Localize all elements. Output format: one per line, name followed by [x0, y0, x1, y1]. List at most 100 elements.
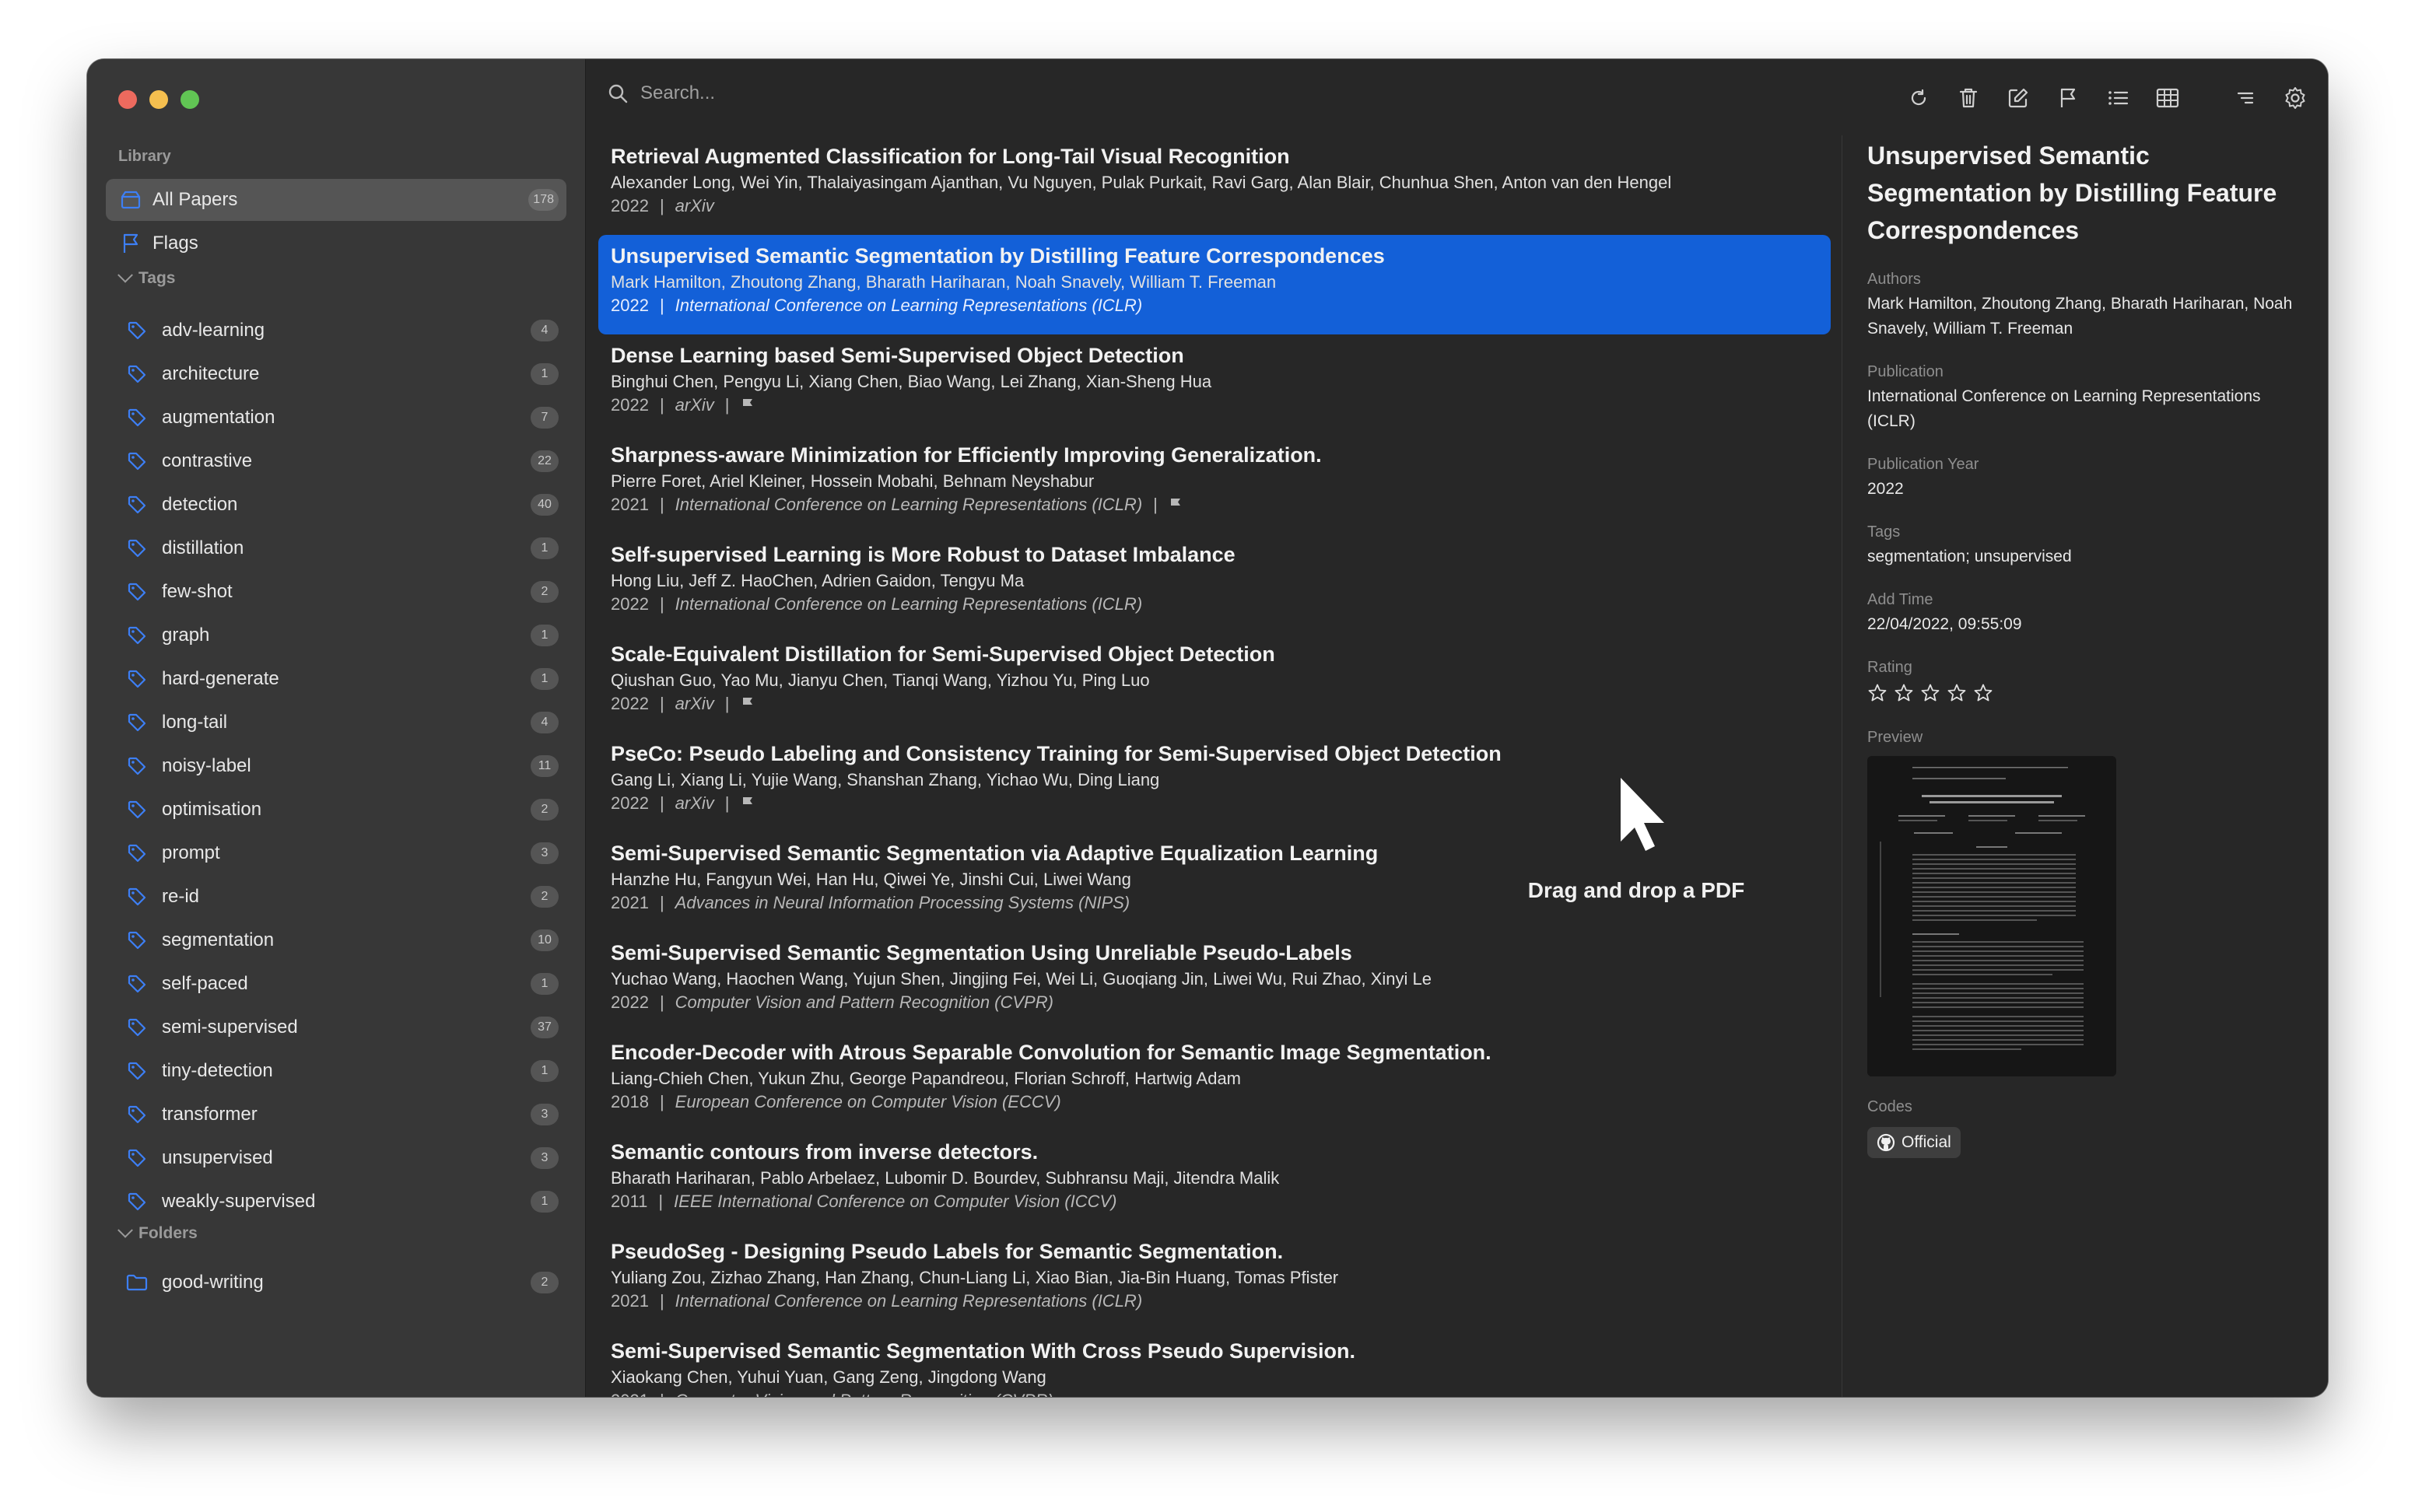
pdf-preview-thumbnail[interactable] — [1867, 756, 2116, 1076]
paper-authors: Mark Hamilton, Zhoutong Zhang, Bharath H… — [611, 272, 1277, 292]
zoom-window-button[interactable] — [181, 90, 199, 109]
search-input[interactable]: Search... — [640, 82, 715, 104]
flag-icon — [741, 696, 755, 712]
sidebar-item-flags[interactable]: Flags — [106, 222, 566, 264]
paper-title: Dense Learning based Semi-Supervised Obj… — [611, 344, 1184, 367]
edit-icon[interactable] — [2004, 84, 2032, 112]
trash-icon[interactable] — [1954, 84, 1982, 112]
rating-stars[interactable] — [1867, 683, 2328, 707]
tag-icon — [124, 1146, 149, 1171]
paper-year: 2022 — [611, 395, 649, 415]
sidebar-item-label: detection — [162, 494, 238, 515]
paper-meta: 2022 | arXiv | — [611, 694, 1818, 714]
sidebar-item-label: All Papers — [152, 189, 238, 210]
rating-label: Rating — [1867, 659, 1912, 676]
sidebar-item-tag[interactable]: adv-learning 4 — [106, 310, 566, 352]
paper-row[interactable]: Semi-Supervised Semantic Segmentation Wi… — [598, 1330, 1831, 1397]
paper-title: Semantic contours from inverse detectors… — [611, 1140, 1039, 1164]
paper-row[interactable]: Dense Learning based Semi-Supervised Obj… — [598, 334, 1831, 434]
sidebar-item-tag[interactable]: transformer 3 — [106, 1094, 566, 1136]
star-icon[interactable] — [1947, 683, 1967, 707]
paper-authors: Hong Liu, Jeff Z. HaoChen, Adrien Gaidon… — [611, 571, 1025, 590]
list-view-icon[interactable] — [2104, 84, 2132, 112]
paper-publication: International Conference on Learning Rep… — [675, 296, 1143, 315]
official-code-button[interactable]: Official — [1867, 1127, 1961, 1158]
separator: | — [724, 694, 730, 713]
paper-row[interactable]: Semantic contours from inverse detectors… — [598, 1131, 1831, 1230]
sidebar-item-tag[interactable]: architecture 1 — [106, 353, 566, 395]
sidebar-item-tag[interactable]: segmentation 10 — [106, 919, 566, 961]
sidebar-item-folder[interactable]: good-writing 2 — [106, 1262, 566, 1304]
search-bar[interactable]: Search... — [608, 82, 715, 104]
sidebar-item-label: few-shot — [162, 581, 233, 602]
tag-icon — [124, 449, 149, 474]
sidebar-item-tag[interactable]: augmentation 7 — [106, 397, 566, 439]
paper-row[interactable]: Encoder-Decoder with Atrous Separable Co… — [598, 1031, 1831, 1131]
sidebar-item-tag[interactable]: distillation 1 — [106, 527, 566, 569]
sidebar-item-tag[interactable]: re-id 2 — [106, 876, 566, 918]
separator: | — [659, 495, 664, 514]
preview-label: Preview — [1867, 729, 1923, 746]
count-badge: 22 — [531, 450, 559, 472]
tag-icon — [124, 362, 149, 387]
star-icon[interactable] — [1973, 683, 1993, 707]
count-badge: 1 — [531, 1060, 559, 1082]
count-badge: 10 — [531, 929, 559, 951]
paper-row[interactable]: Self-supervised Learning is More Robust … — [598, 534, 1831, 633]
paper-row[interactable]: PseudoSeg - Designing Pseudo Labels for … — [598, 1230, 1831, 1330]
sidebar-item-tag[interactable]: detection 40 — [106, 484, 566, 526]
folders-section-toggle[interactable]: Folders — [117, 1222, 198, 1243]
tag-icon — [124, 971, 149, 996]
paper-meta: 2018 | European Conference on Computer Vis… — [611, 1092, 1818, 1112]
refresh-icon[interactable] — [1905, 84, 1933, 112]
sidebar-item-tag[interactable]: semi-supervised 37 — [106, 1006, 566, 1048]
count-badge: 2 — [531, 886, 559, 908]
sidebar-item-all-papers[interactable]: All Papers 178 — [106, 179, 566, 221]
paper-publication: International Conference on Learning Rep… — [675, 495, 1143, 514]
separator: | — [659, 196, 664, 215]
table-view-icon[interactable] — [2154, 84, 2182, 112]
paper-authors: Bharath Hariharan, Pablo Arbelaez, Lubom… — [611, 1168, 1280, 1188]
sidebar-item-tag[interactable]: weakly-supervised 1 — [106, 1181, 566, 1223]
sidebar-item-tag[interactable]: optimisation 2 — [106, 789, 566, 831]
sidebar-item-tag[interactable]: hard-generate 1 — [106, 658, 566, 700]
paper-row[interactable]: Retrieval Augmented Classification for L… — [598, 135, 1831, 235]
paper-title: Unsupervised Semantic Segmentation by Di… — [611, 244, 1385, 268]
paper-row[interactable]: Sharpness-aware Minimization for Efficie… — [598, 434, 1831, 534]
paper-authors: Pierre Foret, Ariel Kleiner, Hossein Mob… — [611, 471, 1095, 491]
star-icon[interactable] — [1894, 683, 1914, 707]
sidebar-item-label: contrastive — [162, 450, 253, 471]
flag-icon — [741, 796, 755, 811]
sidebar-item-tag[interactable]: noisy-label 11 — [106, 745, 566, 787]
minimize-window-button[interactable] — [149, 90, 168, 109]
paper-row[interactable]: Semi-Supervised Semantic Segmentation Us… — [598, 932, 1831, 1031]
sidebar-item-tag[interactable]: self-paced 1 — [106, 963, 566, 1005]
sidebar-item-label: self-paced — [162, 973, 248, 994]
sidebar-item-tag[interactable]: contrastive 22 — [106, 440, 566, 482]
sidebar-item-tag[interactable]: unsupervised 3 — [106, 1137, 566, 1179]
paper-list[interactable]: Retrieval Augmented Classification for L… — [598, 135, 1831, 1397]
year-value: 2022 — [1867, 480, 1904, 498]
sort-icon[interactable] — [2231, 84, 2259, 112]
paper-row[interactable]: Unsupervised Semantic Segmentation by Di… — [598, 235, 1831, 334]
sidebar-item-tag[interactable]: prompt 3 — [106, 832, 566, 874]
close-window-button[interactable] — [118, 90, 137, 109]
tags-section-toggle[interactable]: Tags — [117, 267, 175, 288]
flag-icon[interactable] — [2054, 84, 2082, 112]
tag-icon — [124, 884, 149, 909]
tag-icon — [124, 928, 149, 953]
sidebar-item-tag[interactable]: long-tail 4 — [106, 702, 566, 744]
paper-row[interactable]: Scale-Equivalent Distillation for Semi-S… — [598, 633, 1831, 733]
tag-icon — [124, 579, 149, 604]
paper-meta: 2011 | IEEE International Conference on Co… — [611, 1192, 1818, 1212]
count-badge: 1 — [531, 1191, 559, 1213]
star-icon[interactable] — [1920, 683, 1940, 707]
sidebar-item-label: re-id — [162, 886, 200, 907]
chevron-down-icon — [117, 1222, 133, 1238]
star-icon[interactable] — [1867, 683, 1887, 707]
paper-authors: Qiushan Guo, Yao Mu, Jianyu Chen, Tianqi… — [611, 670, 1150, 690]
settings-icon[interactable] — [2281, 84, 2309, 112]
sidebar-item-tag[interactable]: few-shot 2 — [106, 571, 566, 613]
sidebar-item-tag[interactable]: graph 1 — [106, 614, 566, 656]
sidebar-item-tag[interactable]: tiny-detection 1 — [106, 1050, 566, 1092]
